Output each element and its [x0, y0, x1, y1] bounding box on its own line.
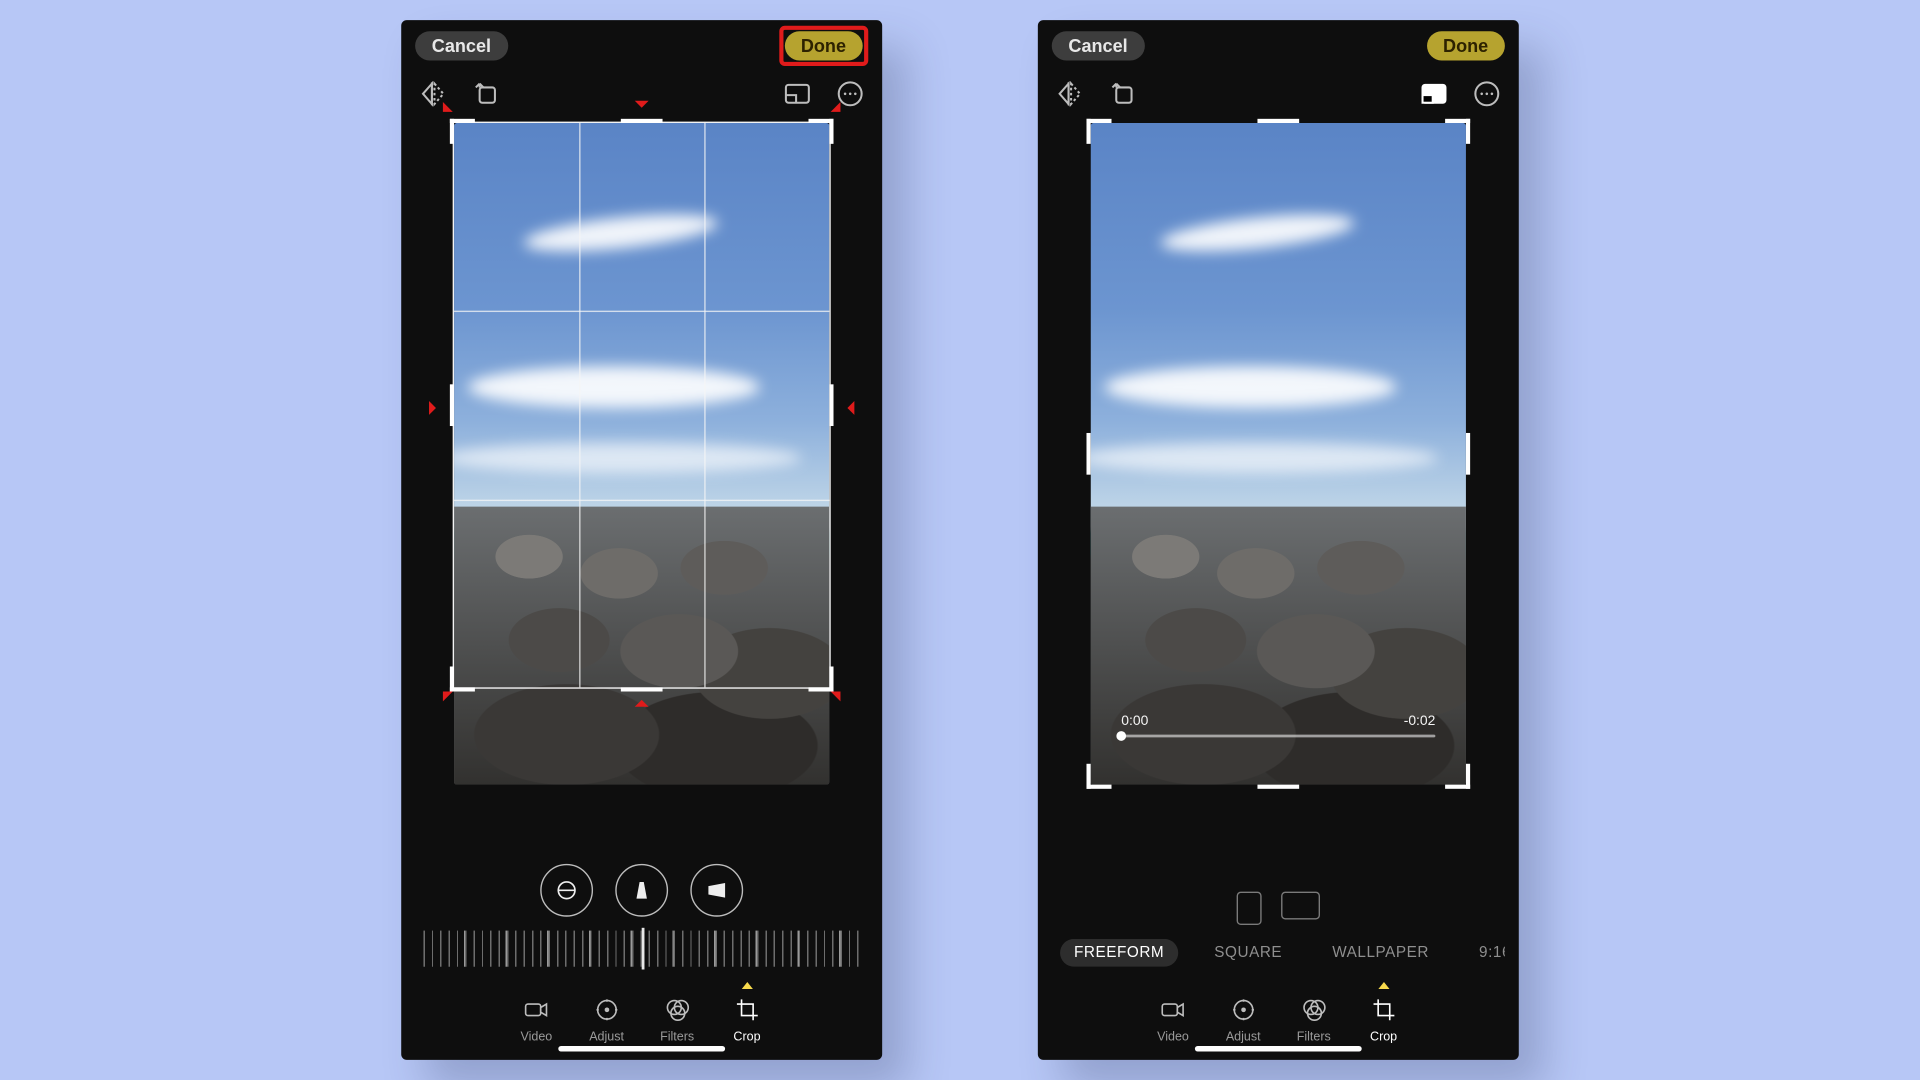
annotation-arrow — [840, 401, 854, 415]
home-indicator — [1195, 1046, 1362, 1052]
editor-top-bar: Cancel Done — [401, 20, 882, 70]
straighten-button[interactable] — [540, 864, 593, 917]
crop-handle-top[interactable] — [1257, 119, 1299, 123]
annotation-arrow — [831, 682, 851, 702]
crop-handle-bottom-right[interactable] — [808, 666, 833, 691]
done-highlight-annotation: Done — [779, 25, 869, 65]
home-indicator — [558, 1046, 725, 1052]
more-icon[interactable] — [1472, 79, 1503, 110]
aspect-ratio-icon[interactable] — [782, 79, 813, 110]
photo-canvas[interactable]: 0:00 -0:02 — [1091, 123, 1466, 785]
aspect-wallpaper[interactable]: WALLPAPER — [1318, 939, 1443, 967]
mode-filters[interactable]: Filters — [1297, 983, 1331, 1043]
annotation-arrow — [635, 693, 649, 707]
crop-handle-bottom-left[interactable] — [450, 666, 475, 691]
done-button[interactable]: Done — [784, 31, 863, 60]
aspect-square[interactable]: SQUARE — [1200, 939, 1296, 967]
rotate-dial[interactable] — [423, 931, 859, 967]
aspect-ratio-icon[interactable] — [1419, 79, 1450, 110]
mode-crop[interactable]: Crop — [730, 983, 763, 1043]
vertical-perspective-button[interactable] — [615, 864, 668, 917]
crop-handle-left[interactable] — [1086, 433, 1090, 475]
crop-frame[interactable] — [453, 122, 831, 689]
crop-handle-bottom[interactable] — [621, 687, 663, 691]
mode-video[interactable]: Video — [520, 983, 553, 1043]
crop-handle-right[interactable] — [1466, 433, 1470, 475]
horizontal-perspective-button[interactable] — [690, 864, 743, 917]
done-button[interactable]: Done — [1426, 31, 1505, 60]
flip-horizontal-icon[interactable] — [1055, 79, 1086, 110]
mode-video[interactable]: Video — [1156, 983, 1189, 1043]
editor-top-bar: Cancel Done — [1038, 20, 1519, 70]
crop-handle-top-left[interactable] — [450, 119, 475, 144]
phone-screenshot-1: Cancel Done — [401, 20, 882, 1060]
edit-mode-tabs: Video Adjust Filters Crop — [1052, 983, 1505, 1043]
aspect-9-16[interactable]: 9:16 — [1465, 939, 1505, 967]
crop-handle-left[interactable] — [450, 384, 454, 426]
video-scrubber[interactable]: 0:00 -0:02 — [1121, 714, 1435, 738]
crop-adjust-buttons — [415, 864, 868, 917]
mode-filters[interactable]: Filters — [660, 983, 694, 1043]
scrubber-knob[interactable] — [1116, 731, 1126, 741]
crop-handle-top-left[interactable] — [1086, 119, 1111, 144]
phone-screenshot-2: Cancel Done — [1038, 20, 1519, 1060]
orientation-portrait[interactable] — [1237, 892, 1262, 925]
cancel-button[interactable]: Cancel — [415, 31, 508, 60]
edit-mode-tabs: Video Adjust Filters Crop — [415, 983, 868, 1043]
crop-handle-top-right[interactable] — [808, 119, 833, 144]
crop-handle-bottom[interactable] — [1257, 785, 1299, 789]
cancel-button[interactable]: Cancel — [1052, 31, 1145, 60]
rotate-icon[interactable] — [1107, 79, 1138, 110]
rotate-icon[interactable] — [471, 79, 502, 110]
orientation-landscape[interactable] — [1281, 892, 1320, 920]
annotation-arrow — [635, 101, 649, 115]
crop-handle-bottom-left[interactable] — [1086, 764, 1111, 789]
photo-canvas[interactable] — [454, 123, 829, 785]
crop-top-toolbar — [1038, 70, 1519, 117]
mode-adjust[interactable]: Adjust — [589, 983, 624, 1043]
mode-crop[interactable]: Crop — [1367, 983, 1400, 1043]
time-remaining: -0:02 — [1404, 714, 1436, 729]
mode-adjust[interactable]: Adjust — [1226, 983, 1261, 1043]
annotation-arrow — [429, 401, 443, 415]
time-elapsed: 0:00 — [1121, 714, 1148, 729]
crop-handle-top[interactable] — [621, 119, 663, 123]
aspect-ratio-selector[interactable]: FREEFORM SQUARE WALLPAPER 9:16 4:5 5:7 — [1052, 939, 1505, 967]
aspect-freeform[interactable]: FREEFORM — [1060, 939, 1178, 967]
orientation-toggle — [1052, 892, 1505, 925]
crop-handle-bottom-right[interactable] — [1445, 764, 1470, 789]
crop-handle-top-right[interactable] — [1445, 119, 1470, 144]
crop-handle-right[interactable] — [829, 384, 833, 426]
